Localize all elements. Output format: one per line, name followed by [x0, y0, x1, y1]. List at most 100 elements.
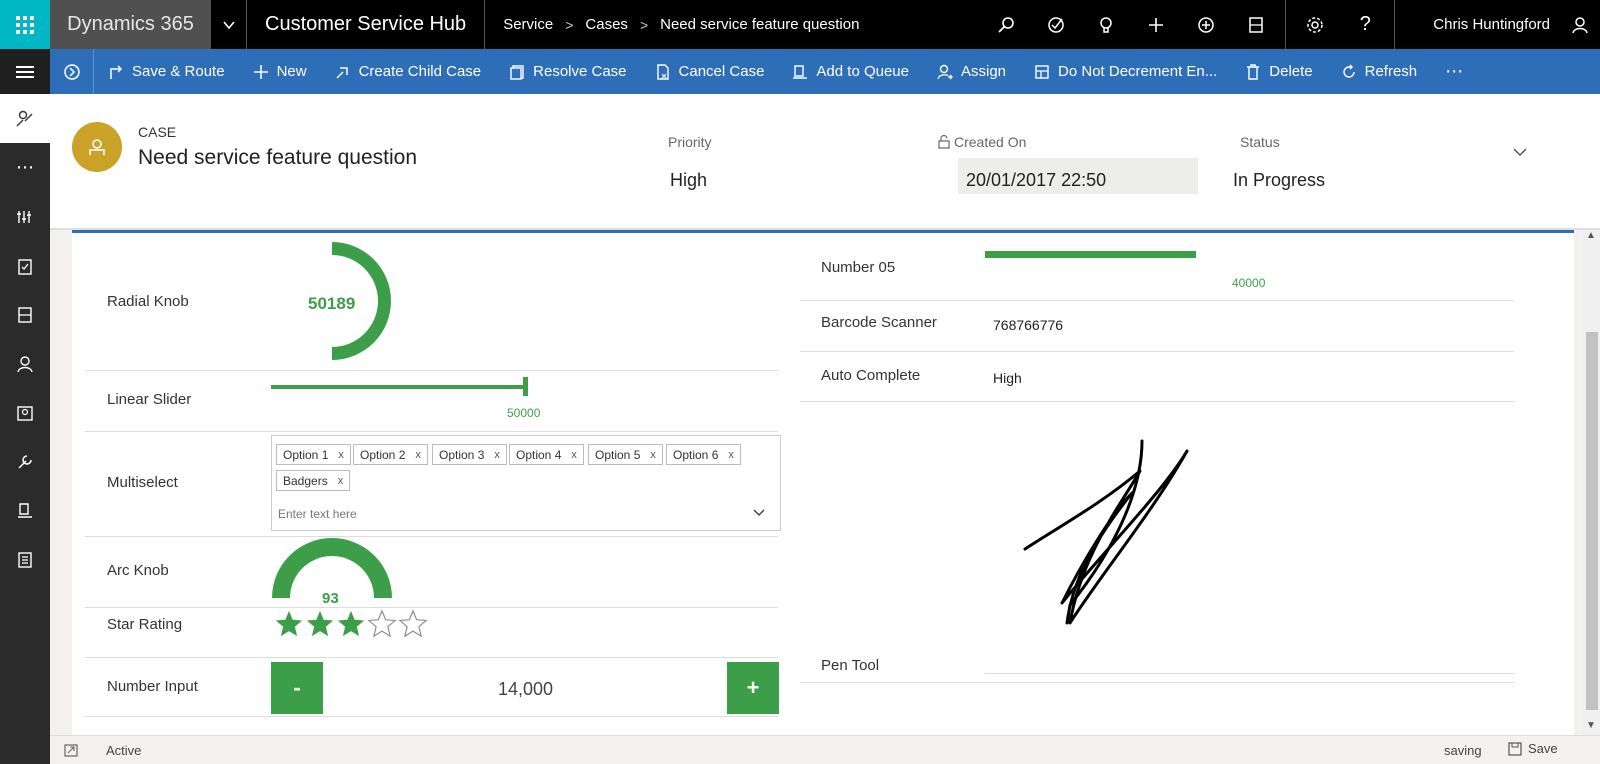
- filter-button[interactable]: [1231, 0, 1281, 49]
- close-icon[interactable]: x: [338, 449, 344, 461]
- increment-button[interactable]: +: [727, 662, 779, 714]
- nav-item-accounts[interactable]: [0, 290, 50, 339]
- circle-chevron-icon: [63, 63, 80, 80]
- close-icon[interactable]: x: [650, 449, 656, 461]
- star-empty-icon[interactable]: [367, 609, 397, 639]
- scroll-thumb[interactable]: [1586, 332, 1598, 710]
- nav-item-dashboards[interactable]: [0, 192, 50, 241]
- more-commands-button[interactable]: ⋯: [1431, 49, 1479, 94]
- new-button[interactable]: New: [239, 49, 321, 94]
- auto-complete-value[interactable]: High: [993, 370, 1022, 386]
- nav-item-cases[interactable]: [0, 94, 50, 143]
- user-name[interactable]: Chris Huntingford: [1399, 16, 1560, 33]
- multiselect-tag[interactable]: Option 6 x: [666, 444, 741, 465]
- delete-button[interactable]: Delete: [1231, 49, 1326, 94]
- save-route-button[interactable]: Save & Route: [94, 49, 239, 94]
- scroll-down-icon[interactable]: ▼: [1586, 720, 1596, 731]
- clipboard-icon: [18, 258, 32, 275]
- site-map-button[interactable]: [0, 49, 50, 94]
- entity-type: CASE: [138, 124, 177, 140]
- breadcrumb-service[interactable]: Service: [503, 16, 553, 33]
- nav-item-activities[interactable]: [0, 241, 50, 290]
- search-button[interactable]: [981, 0, 1031, 49]
- create-child-case-button[interactable]: Create Child Case: [321, 49, 496, 94]
- chevron-down-icon[interactable]: [752, 506, 766, 520]
- decrement-button[interactable]: -: [271, 662, 323, 714]
- nav-item-reports[interactable]: [0, 535, 50, 584]
- priority-value[interactable]: High: [670, 170, 707, 191]
- scroll-up-icon[interactable]: ▲: [1586, 230, 1596, 241]
- new-button[interactable]: [1131, 0, 1181, 49]
- nav-item-more[interactable]: ⋯: [0, 143, 50, 192]
- nav-item-contacts[interactable]: [0, 339, 50, 388]
- multiselect-input[interactable]: Enter text here: [278, 507, 357, 521]
- pen-tool-signature[interactable]: [1022, 433, 1202, 633]
- resolve-case-label: Resolve Case: [533, 63, 627, 80]
- star-filled-icon[interactable]: [336, 609, 366, 639]
- created-on-label: Created On: [954, 134, 1027, 150]
- star-rating-control[interactable]: [274, 609, 428, 639]
- assign-button[interactable]: Assign: [923, 49, 1020, 94]
- number05-value: 40000: [1232, 276, 1266, 290]
- star-filled-icon[interactable]: [305, 609, 335, 639]
- nav-item-service[interactable]: [0, 437, 50, 486]
- close-icon[interactable]: x: [571, 449, 577, 461]
- close-icon[interactable]: x: [494, 449, 500, 461]
- barcode-value[interactable]: 768766776: [993, 317, 1063, 333]
- task-flow-button[interactable]: [1031, 0, 1081, 49]
- barcode-label: Barcode Scanner: [821, 314, 937, 331]
- help-button[interactable]: ?: [1340, 0, 1390, 49]
- multiselect-tag[interactable]: Option 1 x: [276, 444, 351, 465]
- cancel-case-button[interactable]: Cancel Case: [641, 49, 779, 94]
- target-icon: [1048, 16, 1065, 33]
- do-not-decrement-button[interactable]: Do Not Decrement En...: [1020, 49, 1231, 94]
- report-icon: [18, 551, 32, 568]
- add-to-queue-label: Add to Queue: [816, 63, 909, 80]
- top-bar: Dynamics 365 Customer Service Hub Servic…: [0, 0, 1600, 49]
- star-empty-icon[interactable]: [398, 609, 428, 639]
- star-filled-icon[interactable]: [274, 609, 304, 639]
- command-expand-button[interactable]: [50, 49, 94, 94]
- multiselect-field[interactable]: Option 1x Option 2x Option 3x Option 4x …: [271, 435, 781, 531]
- advanced-find-button[interactable]: [1181, 0, 1231, 49]
- breadcrumb-cases[interactable]: Cases: [585, 16, 628, 33]
- search-icon: [998, 16, 1015, 33]
- created-on-label-group: Created On: [938, 134, 1026, 150]
- tag-label: Badgers: [283, 473, 328, 488]
- close-icon[interactable]: x: [338, 475, 344, 487]
- nav-item-knowledge[interactable]: [0, 486, 50, 535]
- user-icon: [1572, 16, 1588, 33]
- number-input-value[interactable]: 14,000: [498, 679, 553, 700]
- ellipsis-icon: ⋯: [16, 157, 34, 177]
- app-launcher-button[interactable]: [0, 0, 50, 49]
- brand-dropdown-button[interactable]: [211, 0, 247, 49]
- header-expand-button[interactable]: [1512, 144, 1528, 165]
- open-window-icon[interactable]: [64, 744, 78, 757]
- close-icon[interactable]: x: [728, 449, 734, 461]
- settings-button[interactable]: [1290, 0, 1340, 49]
- status-value[interactable]: In Progress: [1233, 170, 1325, 191]
- multiselect-tag[interactable]: Option 5 x: [588, 444, 663, 465]
- multiselect-tag[interactable]: Badgers x: [276, 470, 351, 491]
- resolve-case-button[interactable]: Resolve Case: [495, 49, 640, 94]
- linear-slider-value: 50000: [507, 406, 541, 420]
- main-content: Radial Knob 50189 Linear Slider 50000 Mu…: [50, 230, 1600, 735]
- divider: [85, 370, 778, 371]
- multiselect-tag[interactable]: Option 4 x: [509, 444, 584, 465]
- nav-item-queues[interactable]: [0, 388, 50, 437]
- ideas-button[interactable]: [1081, 0, 1131, 49]
- user-profile-button[interactable]: [1560, 0, 1600, 49]
- scrollbar[interactable]: ▲ ▼: [1582, 230, 1600, 735]
- number05-bar[interactable]: [985, 251, 1196, 258]
- app-name[interactable]: Customer Service Hub: [247, 0, 486, 49]
- add-to-queue-button[interactable]: Add to Queue: [778, 49, 923, 94]
- linear-slider-handle[interactable]: [523, 377, 528, 396]
- multiselect-tag[interactable]: Option 3 x: [432, 444, 507, 465]
- linear-slider-track[interactable]: [271, 385, 526, 389]
- multiselect-tag[interactable]: Option 2 x: [353, 444, 428, 465]
- brand-label[interactable]: Dynamics 365: [50, 0, 211, 49]
- form-section: Radial Knob 50189 Linear Slider 50000 Mu…: [72, 230, 1574, 735]
- save-button[interactable]: Save: [1508, 741, 1558, 756]
- close-icon[interactable]: x: [415, 449, 421, 461]
- refresh-button[interactable]: Refresh: [1327, 49, 1432, 94]
